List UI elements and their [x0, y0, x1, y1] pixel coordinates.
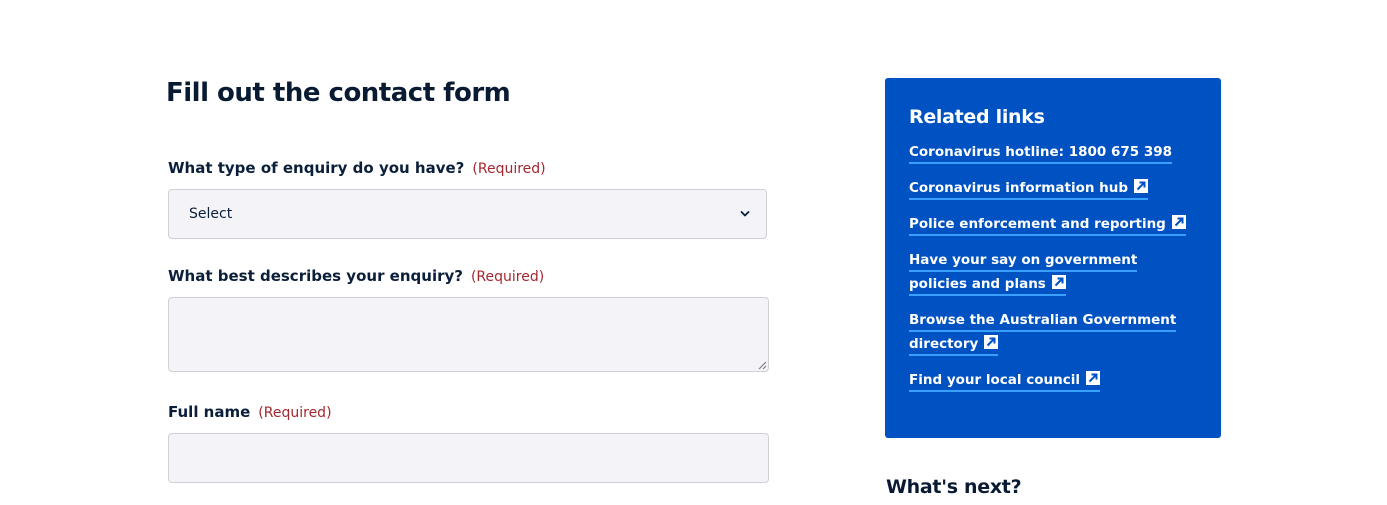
related-link-label: Browse the Australian Government directo… — [909, 312, 1177, 352]
related-link-coronavirus-info-hub[interactable]: Coronavirus information hub — [909, 176, 1189, 200]
related-link-label: Find your local council — [909, 372, 1080, 388]
required-indicator: (Required) — [258, 405, 332, 421]
related-links-title: Related links — [909, 106, 1045, 128]
enquiry-description-textarea[interactable] — [168, 297, 769, 372]
required-indicator: (Required) — [470, 269, 545, 285]
related-link-label: Coronavirus information hub — [909, 180, 1129, 196]
full-name-label: Full name (Required) — [168, 403, 332, 421]
page-title: Fill out the contact form — [166, 78, 511, 108]
related-link-local-council[interactable]: Find your local council — [909, 368, 1189, 392]
resize-grip-icon[interactable] — [757, 360, 767, 370]
enquiry-description-label-text: What best describes your enquiry? — [168, 267, 463, 285]
external-link-icon — [984, 335, 999, 349]
related-link-label: Police enforcement and reporting — [909, 216, 1166, 232]
enquiry-description-label: What best describes your enquiry? (Requir… — [168, 267, 544, 285]
external-link-icon — [1085, 371, 1100, 385]
related-link-label: Coronavirus hotline: 1800 675 398 — [909, 144, 1173, 164]
related-links-panel: Related links Coronavirus hotline: 1800 … — [885, 78, 1221, 438]
full-name-label-text: Full name — [168, 403, 251, 421]
enquiry-type-label-text: What type of enquiry do you have? — [168, 159, 465, 177]
required-indicator: (Required) — [472, 161, 546, 177]
external-link-icon — [1134, 179, 1149, 193]
related-link-coronavirus-hotline[interactable]: Coronavirus hotline: 1800 675 398 — [909, 140, 1189, 164]
enquiry-type-label: What type of enquiry do you have? (Requir… — [168, 159, 546, 177]
external-link-icon — [1051, 275, 1066, 289]
chevron-down-icon — [740, 211, 750, 217]
external-link-icon — [1171, 215, 1186, 229]
full-name-input[interactable] — [168, 433, 769, 483]
enquiry-type-select-value: Select — [189, 206, 233, 222]
related-link-label: Have your say on government policies and… — [909, 252, 1138, 292]
related-link-police-enforcement[interactable]: Police enforcement and reporting — [909, 212, 1189, 236]
enquiry-type-select[interactable]: Select — [168, 189, 767, 239]
related-link-have-your-say[interactable]: Have your say on government policies and… — [909, 248, 1189, 296]
related-link-government-directory[interactable]: Browse the Australian Government directo… — [909, 308, 1189, 356]
whats-next-heading: What's next? — [886, 476, 1022, 498]
